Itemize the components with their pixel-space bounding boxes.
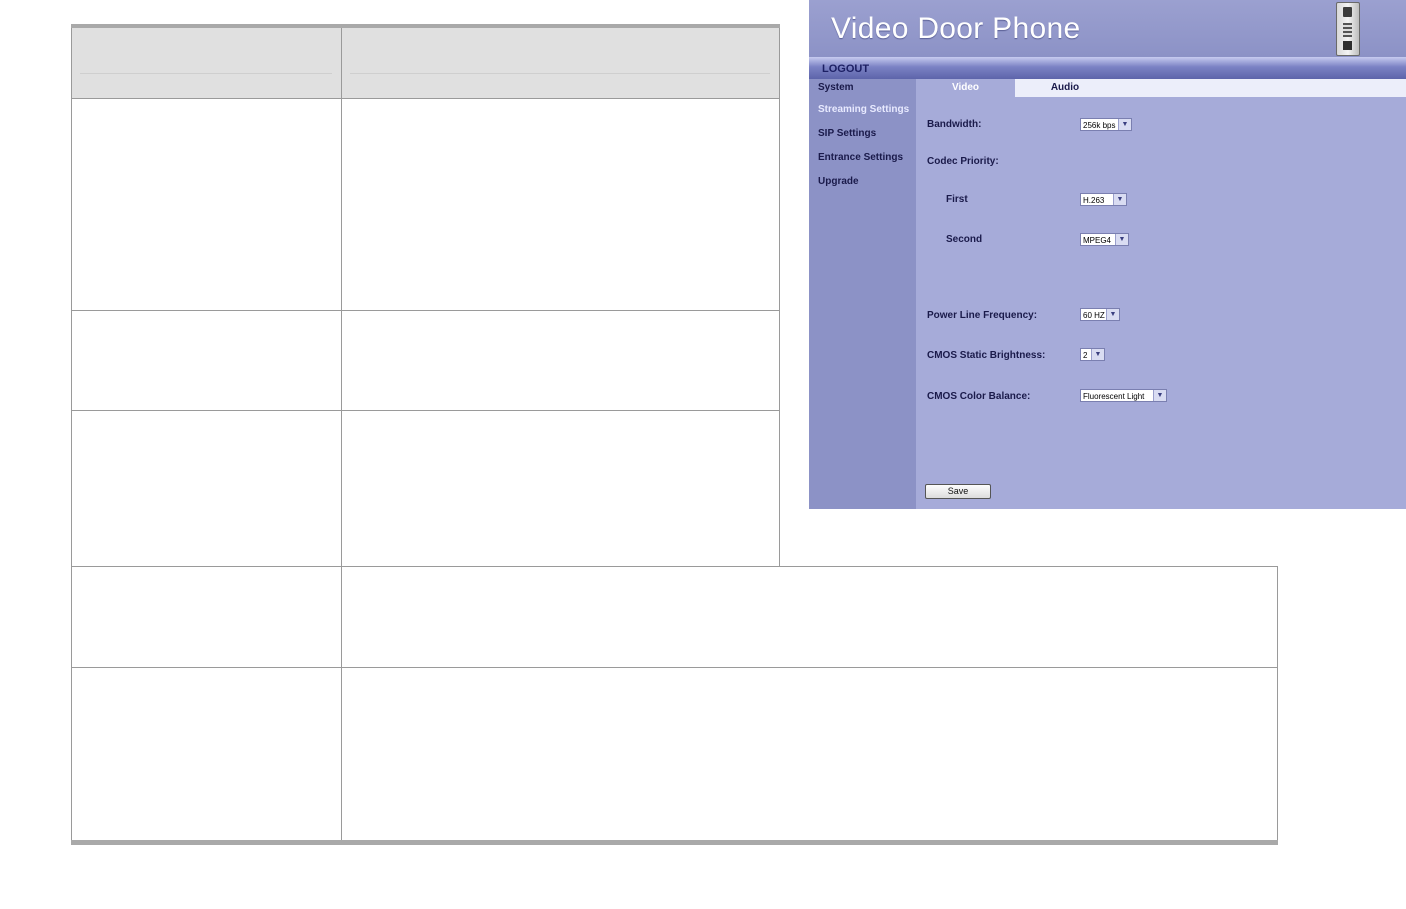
- chevron-down-icon: ▼: [1153, 390, 1166, 401]
- save-button[interactable]: Save: [925, 484, 991, 499]
- chevron-down-icon: ▼: [1115, 234, 1128, 245]
- sidebar-item-entrance-settings[interactable]: Entrance Settings: [818, 152, 903, 163]
- sidebar-item-system[interactable]: System: [818, 82, 854, 93]
- table-header-cell-2: [342, 28, 779, 98]
- tab-video[interactable]: Video: [916, 79, 1015, 97]
- table-row-line: [71, 310, 780, 311]
- logout-bar: LOGOUT: [809, 57, 1406, 79]
- table-row-line: [71, 98, 780, 99]
- table-column-divider: [341, 28, 342, 840]
- sidebar-item-sip-settings[interactable]: SIP Settings: [818, 128, 876, 139]
- device-speaker: [1343, 41, 1352, 50]
- bandwidth-label: Bandwidth:: [927, 119, 982, 130]
- table-row-line: [71, 410, 780, 411]
- app-title: Video Door Phone: [831, 12, 1081, 45]
- logout-link[interactable]: LOGOUT: [822, 63, 869, 75]
- cmos-brightness-label: CMOS Static Brightness:: [927, 350, 1046, 361]
- header-inner-line-2: [350, 73, 770, 74]
- sidebar-item-streaming-settings[interactable]: Streaming Settings: [818, 104, 909, 115]
- table-header-cell-1: [72, 28, 341, 98]
- table-row-line: [71, 667, 1278, 668]
- video-door-phone-panel: Video Door Phone LOGOUT System Streaming…: [809, 0, 1406, 509]
- codec-second-select[interactable]: MPEG4 ▼: [1080, 233, 1129, 246]
- cmos-color-balance-label: CMOS Color Balance:: [927, 391, 1031, 402]
- chevron-down-icon: ▼: [1106, 309, 1119, 320]
- header-inner-line-1: [80, 73, 332, 74]
- codec-second-value: MPEG4: [1083, 236, 1112, 245]
- power-line-frequency-label: Power Line Frequency:: [927, 310, 1038, 321]
- cmos-color-balance-value: Fluorescent Light: [1083, 392, 1145, 401]
- table-right-border-lower: [1277, 566, 1278, 840]
- codec-first-value: H.263: [1083, 196, 1105, 205]
- app-header: Video Door Phone: [809, 0, 1406, 57]
- power-line-frequency-select[interactable]: 60 HZ ▼: [1080, 308, 1120, 321]
- chevron-down-icon: ▼: [1113, 194, 1126, 205]
- codec-priority-label: Codec Priority:: [927, 156, 999, 167]
- table-row-line: [71, 566, 1278, 567]
- cmos-brightness-select[interactable]: 2 ▼: [1080, 348, 1105, 361]
- door-phone-device-icon: [1336, 2, 1360, 56]
- device-camera: [1343, 7, 1352, 17]
- tab-bar: Video Audio: [916, 79, 1406, 97]
- device-keypad: [1343, 23, 1352, 37]
- table-bottom-rule: [71, 840, 1278, 845]
- table-right-border-upper: [779, 28, 780, 566]
- sidebar-item-upgrade[interactable]: Upgrade: [818, 176, 859, 187]
- codec-first-select[interactable]: H.263 ▼: [1080, 193, 1127, 206]
- bandwidth-value: 256k bps: [1083, 121, 1116, 130]
- sidebar: System Streaming Settings SIP Settings E…: [809, 79, 916, 509]
- codec-first-label: First: [946, 194, 968, 205]
- chevron-down-icon: ▼: [1118, 119, 1131, 130]
- power-line-frequency-value: 60 HZ: [1083, 311, 1105, 320]
- cmos-brightness-value: 2: [1083, 351, 1088, 360]
- chevron-down-icon: ▼: [1091, 349, 1104, 360]
- table-left-border: [71, 28, 72, 840]
- bandwidth-select[interactable]: 256k bps ▼: [1080, 118, 1132, 131]
- tab-audio[interactable]: Audio: [1015, 79, 1115, 97]
- cmos-color-balance-select[interactable]: Fluorescent Light ▼: [1080, 389, 1167, 402]
- codec-second-label: Second: [946, 234, 983, 245]
